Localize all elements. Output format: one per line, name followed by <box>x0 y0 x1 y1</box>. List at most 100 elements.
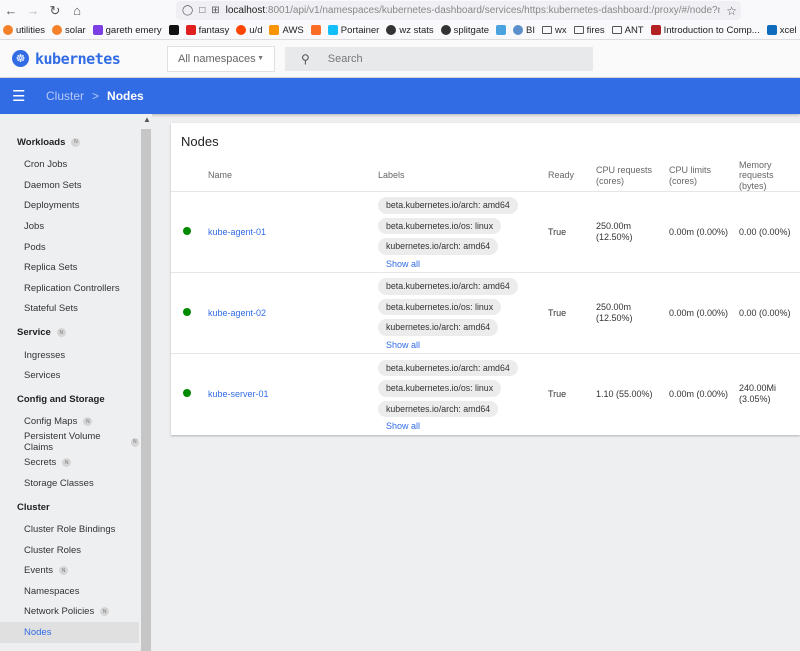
bookmark-label: Introduction to Comp... <box>663 24 760 36</box>
favicon-icon <box>92 25 103 35</box>
sidebar-item-namespaces[interactable]: Namespaces <box>0 581 139 602</box>
home-icon[interactable]: ⌂ <box>66 3 88 18</box>
sidebar-item-config-maps[interactable]: Config Maps N <box>0 411 139 432</box>
sidebar-item-pods[interactable]: Pods <box>0 237 139 258</box>
url-bar[interactable]: ◯ □ ⊞ localhost:8001/api/v1/namespaces/k… <box>176 1 741 20</box>
sidebar-item-replica-sets[interactable]: Replica Sets <box>0 257 139 278</box>
bookmark-item[interactable]: Introduction to Comp... <box>650 24 760 36</box>
node-name-link[interactable]: kube-agent-02 <box>208 308 266 318</box>
cpu-requests-cell: 250.00m (12.50%) <box>596 191 669 274</box>
bookmarks-bar: utilities solar gareth emery fantasy u/d AWS P… <box>0 21 800 40</box>
cpu-limits-cell: 0.00m (0.00%) <box>669 272 739 355</box>
sidebar-item-daemon-sets[interactable]: Daemon Sets <box>0 175 139 196</box>
page-icon: □ <box>199 5 206 16</box>
labels-cell: beta.kubernetes.io/arch: amd64 beta.kuber… <box>378 191 548 274</box>
column-cpu-limits: CPU limits (cores) <box>669 160 739 193</box>
bookmark-star-icon[interactable]: ☆ <box>726 4 737 18</box>
label-chip: beta.kubernetes.io/arch: amd64 <box>378 197 518 214</box>
sidebar-item-cluster-roles[interactable]: Cluster Roles <box>0 540 139 561</box>
sidebar-item-label: Ingresses <box>24 349 66 361</box>
bookmark-item[interactable] <box>310 25 321 35</box>
label-chip: beta.kubernetes.io/os: linux <box>378 380 502 397</box>
bookmark-item[interactable] <box>496 25 507 35</box>
hamburger-menu-icon[interactable]: ☰ <box>12 87 34 105</box>
sidebar-item-events[interactable]: Events N <box>0 561 139 582</box>
show-all-link[interactable]: Show all <box>378 421 420 432</box>
namespaced-badge: N <box>56 328 66 337</box>
label-chip: beta.kubernetes.io/arch: amd64 <box>378 359 518 377</box>
breadcrumb-current: Nodes <box>107 89 144 103</box>
sidebar-item-cron-jobs[interactable]: Cron Jobs <box>0 155 139 176</box>
sidebar-item-ingresses[interactable]: Ingresses <box>0 345 139 366</box>
scroll-up-icon[interactable]: ▲ <box>143 115 151 124</box>
bookmark-item[interactable]: fires <box>573 25 605 36</box>
sidebar-item-label: Jobs <box>24 221 45 233</box>
search-input[interactable]: ⚲ Search <box>285 46 593 71</box>
bookmark-item[interactable] <box>168 25 179 35</box>
node-name-link[interactable]: kube-agent-01 <box>208 227 266 237</box>
bookmark-item[interactable]: Portainer <box>327 25 379 36</box>
sidebar-item-storage-classes[interactable]: Storage Classes <box>0 473 139 494</box>
table-row: kube-agent-01 beta.kubernetes.io/arch: am… <box>171 191 800 274</box>
main-content: Nodes Name Labels Ready CPU requests (co… <box>152 114 800 650</box>
bookmark-item[interactable]: wz stats <box>386 25 434 36</box>
bookmark-item[interactable]: wx <box>542 25 567 36</box>
memory-requests-cell: 0.00 (0.00%) <box>739 272 800 355</box>
bookmark-label: BI <box>526 24 536 36</box>
sidebar-item-secrets[interactable]: Secrets N <box>0 453 139 474</box>
url-text[interactable]: localhost:8001/api/v1/namespaces/kuberne… <box>226 5 721 16</box>
column-labels: Labels <box>378 160 548 193</box>
sidebar-item-replication-controllers[interactable]: Replication Controllers <box>0 278 139 299</box>
sidebar-section-title: Cluster <box>17 501 50 513</box>
bookmark-label: utilities <box>16 24 46 36</box>
sidebar-item-services[interactable]: Services <box>0 365 139 386</box>
back-icon[interactable]: ← <box>0 3 22 18</box>
column-ready: Ready <box>548 160 596 193</box>
bookmark-item[interactable]: u/d <box>236 25 262 36</box>
bookmark-label: u/d <box>249 24 263 36</box>
show-all-link[interactable]: Show all <box>378 340 420 351</box>
sidebar-section-config-and-storage[interactable]: Config and Storage <box>0 389 152 410</box>
sidebar-item-persistent-volume-claims[interactable]: Persistent Volume Claims N <box>0 431 139 453</box>
toolbar: ☰ Cluster > Nodes <box>0 78 800 114</box>
sidebar-item-network-policies[interactable]: Network Policies N <box>0 602 139 623</box>
sidebar-item-nodes[interactable]: Nodes <box>0 622 139 643</box>
sidebar-section-workloads[interactable]: Workloads N <box>0 132 152 153</box>
breadcrumb-cluster[interactable]: Cluster <box>46 89 84 103</box>
reload-icon[interactable]: ↻ <box>44 3 66 19</box>
sidebar-section-title: Service <box>17 327 51 338</box>
sidebar-item-label: Network Policies <box>24 606 95 618</box>
bookmark-item[interactable]: utilities <box>3 25 45 36</box>
shield-icon[interactable]: ◯ <box>182 5 193 16</box>
sidebar-scrollbar[interactable] <box>141 129 151 651</box>
key-icon[interactable]: ⊞ <box>211 5 219 16</box>
sidebar-item-label: Pods <box>24 241 46 253</box>
bookmark-item[interactable]: BI <box>513 25 535 36</box>
sidebar-section-cluster[interactable]: Cluster <box>0 497 152 518</box>
sidebar-item-label: Replica Sets <box>24 262 78 274</box>
bookmark-item[interactable]: fantasy <box>185 25 229 36</box>
bookmark-item[interactable]: gareth emery <box>92 25 162 36</box>
bookmark-item[interactable]: xcel <box>766 25 797 36</box>
column-name[interactable]: Name <box>208 160 378 193</box>
sidebar-item-deployments[interactable]: Deployments <box>0 196 139 217</box>
show-all-link[interactable]: Show all <box>378 259 420 270</box>
bookmark-item[interactable]: solar <box>52 25 86 36</box>
labels-list: beta.kubernetes.io/arch: amd64 beta.kuber… <box>378 193 548 270</box>
namespace-select[interactable]: All namespaces ▼ <box>167 45 275 72</box>
node-name-link[interactable]: kube-server-01 <box>208 389 269 399</box>
sidebar-item-label: Config Maps <box>24 416 78 428</box>
favicon-icon <box>327 25 338 35</box>
forward-icon[interactable]: → <box>22 3 44 18</box>
bookmark-item[interactable]: AWS <box>269 24 304 36</box>
sidebar-item-cluster-role-bindings[interactable]: Cluster Role Bindings <box>0 519 139 540</box>
bookmark-label: wx <box>555 24 567 36</box>
sidebar-item-stateful-sets[interactable]: Stateful Sets <box>0 299 139 320</box>
bookmark-label: AWS <box>282 24 304 36</box>
bookmark-item[interactable]: ANT <box>611 25 644 36</box>
sidebar-section-service[interactable]: Service N <box>0 322 152 343</box>
sidebar-item-jobs[interactable]: Jobs <box>0 216 139 237</box>
kubernetes-logo[interactable]: ☸ kubernetes <box>12 50 167 68</box>
bookmark-item[interactable]: splitgate <box>440 25 489 36</box>
app-header: ☸ kubernetes All namespaces ▼ ⚲ Search <box>0 40 800 78</box>
